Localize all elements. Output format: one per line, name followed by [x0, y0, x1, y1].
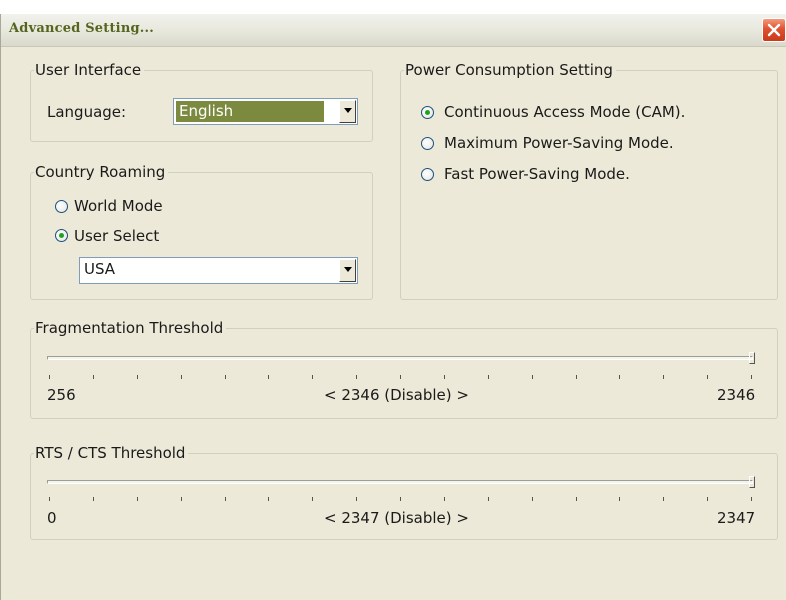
slider-tick	[576, 375, 577, 379]
slider-tick	[663, 375, 664, 379]
slider-tick	[225, 375, 226, 379]
slider-tick	[312, 497, 313, 501]
language-value-highlight: English	[176, 101, 324, 122]
fast-power-saving-label[interactable]: Fast Power-Saving Mode.	[444, 165, 630, 183]
window-title: Advanced Setting...	[9, 21, 154, 36]
slider-tick	[400, 497, 401, 501]
user-interface-legend: User Interface	[35, 61, 142, 79]
close-icon	[767, 23, 781, 37]
fragmentation-current-label: < 2346 (Disable) >	[324, 386, 469, 404]
advanced-setting-window: Advanced Setting... User Interface Langu…	[0, 14, 786, 600]
slider-tick	[400, 375, 401, 379]
max-power-saving-radio[interactable]	[421, 137, 434, 150]
cam-label[interactable]: Continuous Access Mode (CAM).	[444, 103, 685, 121]
max-power-saving-label[interactable]: Maximum Power-Saving Mode.	[444, 134, 674, 152]
language-value: English	[179, 102, 234, 120]
slider-tick	[93, 375, 94, 379]
slider-tick	[751, 375, 752, 379]
world-mode-label[interactable]: World Mode	[74, 197, 163, 215]
fragmentation-min-label: 256	[47, 386, 76, 404]
fragmentation-group: Fragmentation Threshold	[30, 319, 778, 419]
slider-tick	[751, 497, 752, 501]
country-roaming-legend: Country Roaming	[35, 163, 166, 181]
slider-tick	[181, 375, 182, 379]
slider-tick	[268, 375, 269, 379]
fast-power-saving-radio[interactable]	[421, 168, 434, 181]
slider-tick	[268, 497, 269, 501]
fragmentation-slider-thumb[interactable]	[749, 352, 755, 364]
slider-tick	[532, 375, 533, 379]
fragmentation-slider-track[interactable]	[47, 356, 753, 360]
slider-tick	[49, 375, 50, 379]
slider-tick	[93, 497, 94, 501]
rts-cts-legend: RTS / CTS Threshold	[35, 444, 186, 462]
slider-tick	[619, 497, 620, 501]
rts-cts-slider-track[interactable]	[47, 480, 753, 484]
close-button[interactable]	[762, 18, 786, 42]
country-value: USA	[84, 260, 116, 278]
slider-tick	[356, 375, 357, 379]
slider-tick	[49, 497, 50, 501]
user-select-label[interactable]: User Select	[74, 227, 159, 245]
rts-cts-slider-thumb[interactable]	[749, 476, 755, 488]
slider-tick	[663, 497, 664, 501]
slider-tick	[532, 497, 533, 501]
slider-tick	[137, 497, 138, 501]
country-select[interactable]: USA	[79, 257, 358, 284]
rts-cts-current-label: < 2347 (Disable) >	[324, 509, 469, 527]
language-label: Language:	[47, 103, 127, 121]
fragmentation-ticks	[49, 375, 752, 379]
slider-tick	[137, 375, 138, 379]
slider-tick	[444, 497, 445, 501]
power-consumption-legend: Power Consumption Setting	[405, 61, 613, 79]
slider-tick	[444, 375, 445, 379]
rts-cts-ticks	[49, 497, 752, 501]
slider-tick	[488, 497, 489, 501]
chevron-down-icon[interactable]	[339, 100, 356, 123]
slider-tick	[312, 375, 313, 379]
slider-tick	[356, 497, 357, 501]
slider-tick	[707, 497, 708, 501]
title-bar[interactable]: Advanced Setting...	[1, 14, 786, 47]
fragmentation-max-label: 2346	[717, 386, 756, 404]
slider-tick	[181, 497, 182, 501]
user-select-radio[interactable]	[55, 229, 68, 242]
slider-tick	[576, 497, 577, 501]
slider-tick	[488, 375, 489, 379]
cam-radio[interactable]	[421, 106, 434, 119]
slider-tick	[225, 497, 226, 501]
rts-cts-min-label: 0	[47, 509, 57, 527]
rts-cts-max-label: 2347	[717, 509, 756, 527]
fragmentation-legend: Fragmentation Threshold	[35, 319, 224, 337]
language-select[interactable]: English	[173, 98, 358, 125]
slider-tick	[619, 375, 620, 379]
chevron-down-icon[interactable]	[339, 259, 356, 282]
slider-tick	[707, 375, 708, 379]
world-mode-radio[interactable]	[55, 200, 68, 213]
